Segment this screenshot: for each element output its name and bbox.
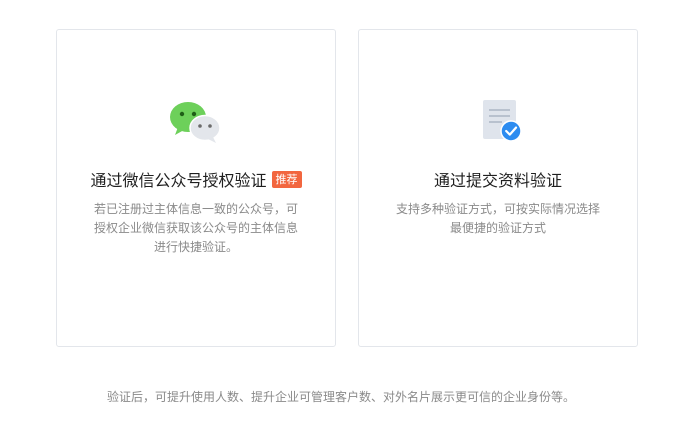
card-description: 若已注册过主体信息一致的公众号，可 授权企业微信获取该公众号的主体信息 进行快捷… <box>81 200 311 257</box>
card-title: 通过微信公众号授权验证 <box>90 171 267 190</box>
wechat-icon <box>169 100 223 144</box>
card-description: 支持多种验证方式，可按实际情况选择 最便捷的验证方式 <box>383 200 613 238</box>
card-title: 通过提交资料验证 <box>433 171 562 190</box>
wechat-verify-card[interactable]: 通过微信公众号授权验证 推荐 若已注册过主体信息一致的公众号，可 授权企业微信获取… <box>56 29 336 347</box>
recommended-badge: 推荐 <box>271 170 302 188</box>
document-verified-icon <box>471 100 525 144</box>
verification-benefits-note: 验证后，可提升使用人数、提升企业可管理客户数、对外名片展示更可信的企业身份等。 <box>106 390 575 404</box>
card-description-line: 若已注册过主体信息一致的公众号，可 <box>93 202 298 216</box>
card-description-line: 支持多种验证方式，可按实际情况选择 <box>395 202 600 216</box>
document-verify-card[interactable]: 通过提交资料验证 支持多种验证方式，可按实际情况选择 最便捷的验证方式 <box>358 29 638 347</box>
card-description-line: 进行快捷验证。 <box>153 240 238 254</box>
card-description-line: 授权企业微信获取该公众号的主体信息 <box>93 221 298 235</box>
card-description-line: 最便捷的验证方式 <box>449 221 546 235</box>
